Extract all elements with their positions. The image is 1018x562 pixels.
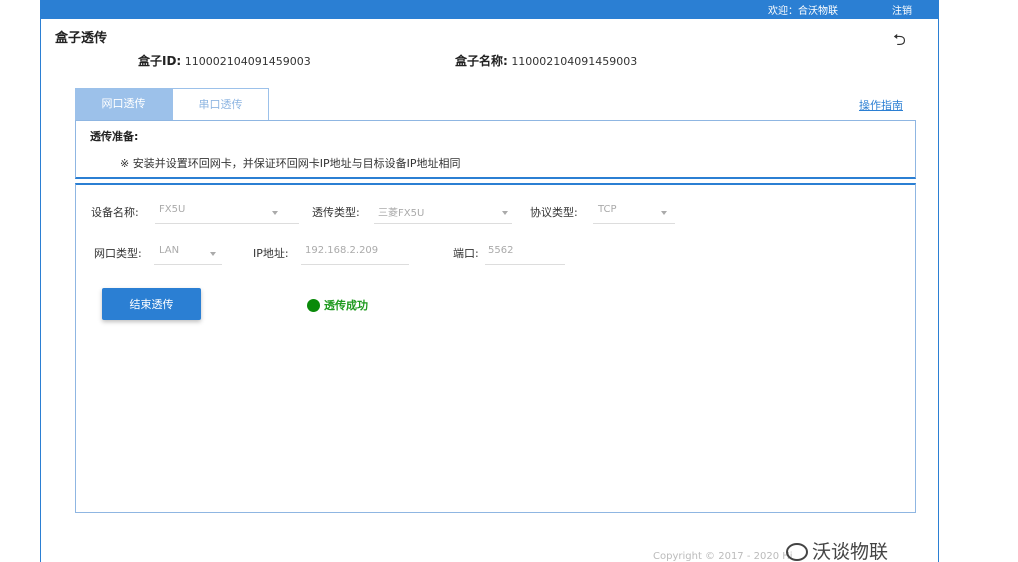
chevron-down-icon	[210, 252, 216, 256]
copyright-text: Copyright © 2017 - 2020 Hi	[653, 551, 793, 562]
tab-serial-passthrough[interactable]: 串口透传	[172, 88, 269, 120]
port-type-select[interactable]: 网口类型: LAN	[94, 245, 224, 267]
device-name-label: 设备名称:	[91, 206, 139, 219]
box-name-value: 110002104091459003	[511, 55, 638, 68]
app-frame: 欢迎：合沃物联 注销 盒子透传 ⮌ 盒子ID: 1100021040914590…	[40, 0, 939, 562]
end-passthrough-button[interactable]: 结束透传	[102, 288, 201, 320]
preparation-panel: 透传准备: ※ 安装并设置环回网卡，并保证环回网卡IP地址与目标设备IP地址相同	[75, 120, 916, 179]
ip-address-value: 192.168.2.209	[305, 245, 379, 256]
protocol-type-label: 协议类型:	[530, 206, 578, 219]
transfer-type-value: 三菱FX5U	[378, 208, 425, 219]
watermark: 沃谈物联	[786, 537, 888, 562]
page-title: 盒子透传	[55, 31, 108, 46]
port-type-value: LAN	[159, 245, 180, 256]
ip-address-input[interactable]: IP地址: 192.168.2.209	[253, 245, 413, 267]
ip-address-label: IP地址:	[253, 247, 289, 260]
status-text: 透传成功	[324, 299, 368, 312]
preparation-note: ※ 安装并设置环回网卡，并保证环回网卡IP地址与目标设备IP地址相同	[120, 157, 461, 170]
transfer-type-label: 透传类型:	[312, 206, 360, 219]
box-id-value: 110002104091459003	[184, 55, 311, 68]
wechat-logo-icon	[786, 543, 808, 561]
passthrough-form: 设备名称: FX5U 透传类型: 三菱FX5U 协议类型: TCP 网口类型: …	[75, 183, 916, 513]
protocol-type-value: TCP	[598, 204, 617, 215]
box-id-label: 盒子ID:	[138, 54, 182, 68]
chevron-down-icon	[661, 211, 667, 215]
port-value: 5562	[488, 245, 514, 256]
protocol-type-select[interactable]: 协议类型: TCP	[530, 204, 680, 226]
logout-link[interactable]: 注销	[892, 2, 912, 17]
port-input[interactable]: 端口: 5562	[453, 245, 573, 267]
device-name-value: FX5U	[159, 204, 186, 215]
top-bar: 欢迎：合沃物联 注销	[41, 0, 938, 19]
success-dot-icon	[307, 299, 320, 312]
transfer-type-select[interactable]: 透传类型: 三菱FX5U	[312, 204, 512, 226]
preparation-title: 透传准备:	[90, 130, 139, 143]
chevron-down-icon	[272, 211, 278, 215]
back-icon[interactable]: ⮌	[893, 29, 906, 56]
device-name-select[interactable]: 设备名称: FX5U	[91, 204, 299, 226]
watermark-text: 沃谈物联	[812, 541, 889, 562]
port-type-label: 网口类型:	[94, 247, 142, 260]
port-label: 端口:	[453, 247, 479, 260]
box-name-label: 盒子名称:	[455, 54, 508, 68]
status-indicator: 透传成功	[307, 297, 368, 313]
welcome-text: 欢迎：合沃物联	[768, 6, 838, 17]
operation-guide-link[interactable]: 操作指南	[859, 97, 903, 113]
box-name-info: 盒子名称: 110002104091459003	[455, 52, 637, 69]
box-id-info: 盒子ID: 110002104091459003	[138, 52, 311, 69]
chevron-down-icon	[502, 211, 508, 215]
tab-network-passthrough[interactable]: 网口透传	[75, 88, 172, 120]
